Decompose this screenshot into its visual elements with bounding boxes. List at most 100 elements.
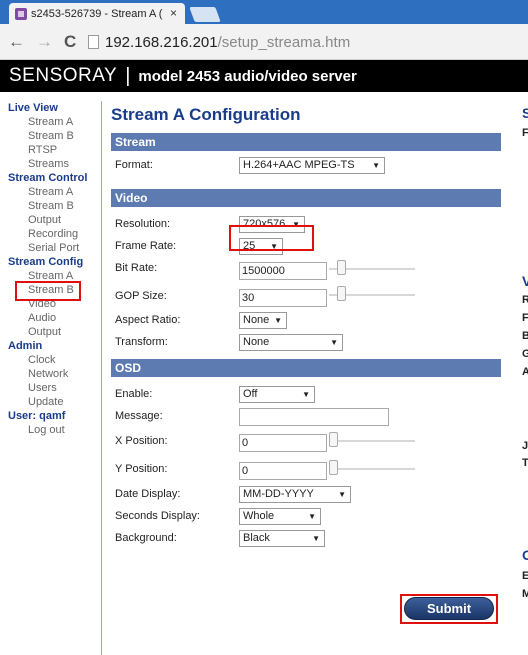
- x-position-label: X Position:: [115, 435, 168, 447]
- right-letter-7: A: [522, 366, 528, 378]
- header-banner: SENSORAY | model 2453 audio/video server: [0, 60, 528, 92]
- page-title: Stream A Configuration: [111, 105, 301, 124]
- right-letter-10: O: [522, 547, 528, 563]
- x-position-input[interactable]: 0: [239, 434, 327, 452]
- bit-rate-label: Bit Rate:: [115, 262, 158, 274]
- sidebar-head-admin[interactable]: Admin: [0, 339, 100, 353]
- right-letter-0: S: [522, 105, 528, 121]
- sidebar-head-stream-control[interactable]: Stream Control: [0, 171, 100, 185]
- banner-separator: |: [125, 64, 131, 87]
- section-osd-header: OSD: [111, 359, 501, 377]
- new-tab-button[interactable]: [189, 7, 221, 22]
- sidebar-item-clock[interactable]: Clock: [0, 353, 100, 367]
- url-host: 192.168.216.201: [105, 33, 218, 51]
- tab-close-icon[interactable]: ×: [170, 6, 177, 20]
- sidebar-item-control-stream-b[interactable]: Stream B: [0, 199, 100, 213]
- format-select[interactable]: H.264+AAC MPEG-TS: [239, 157, 385, 174]
- aspect-row: Aspect Ratio: None: [111, 309, 501, 331]
- y-position-row: Y Position: 0: [111, 455, 501, 483]
- highlight-box-submit: [400, 594, 498, 624]
- frame-rate-label: Frame Rate:: [115, 240, 177, 252]
- gop-input[interactable]: 30: [239, 289, 327, 307]
- sidebar-item-live-stream-a[interactable]: Stream A: [0, 115, 100, 129]
- brand-logo: SENSORAY: [9, 65, 118, 86]
- transform-select[interactable]: None: [239, 334, 343, 351]
- gop-slider-thumb[interactable]: [337, 286, 346, 301]
- right-letter-12: M: [522, 588, 528, 600]
- right-letter-1: F: [522, 127, 528, 139]
- enable-row: Enable: Off: [111, 383, 501, 405]
- date-display-label: Date Display:: [115, 488, 181, 500]
- back-arrow-icon[interactable]: ←: [8, 32, 25, 52]
- url-path: /setup_streama.htm: [217, 33, 351, 51]
- sidebar-item-live-stream-b[interactable]: Stream B: [0, 129, 100, 143]
- right-letter-9: T: [522, 457, 528, 469]
- sidebar-head-user: User: qamf: [8, 410, 66, 422]
- sidebar-head-stream-config[interactable]: Stream Config: [0, 255, 100, 269]
- x-position-slider-track[interactable]: [329, 440, 415, 442]
- enable-select[interactable]: Off: [239, 386, 315, 403]
- right-letter-11: E: [522, 570, 528, 582]
- right-letter-3: R: [522, 294, 528, 306]
- aspect-select[interactable]: None: [239, 312, 287, 329]
- sidebar-item-rtsp-streams[interactable]: RTSP Streams: [0, 143, 100, 171]
- aspect-label: Aspect Ratio:: [115, 314, 181, 326]
- section-stream-header: Stream: [111, 133, 501, 151]
- y-position-label: Y Position:: [115, 463, 168, 475]
- sidebar-item-config-output[interactable]: Output: [0, 325, 100, 339]
- background-row: Background: Black: [111, 527, 501, 549]
- bit-rate-input[interactable]: 1500000: [239, 262, 327, 280]
- sensoray-favicon-icon: [15, 7, 27, 20]
- main-content: Stream A Configuration Stream Format: H.…: [111, 101, 501, 549]
- tab-title: s2453-526739 - Stream A (: [31, 7, 163, 20]
- background-select[interactable]: Black: [239, 530, 325, 547]
- sidebar-item-users[interactable]: Users: [0, 381, 100, 395]
- date-display-select[interactable]: MM-DD-YYYY: [239, 486, 351, 503]
- sidebar-item-network[interactable]: Network: [0, 367, 100, 381]
- message-input[interactable]: [239, 408, 389, 426]
- format-row: Format: H.264+AAC MPEG-TS: [111, 151, 501, 181]
- bit-rate-slider-thumb[interactable]: [337, 260, 346, 275]
- message-row: Message:: [111, 405, 501, 427]
- enable-label: Enable:: [115, 388, 153, 400]
- page-icon: [88, 35, 99, 49]
- address-bar[interactable]: 192.168.216.201/setup_streama.htm: [88, 30, 528, 54]
- x-position-slider-thumb[interactable]: [329, 432, 338, 447]
- sidebar-item-serial-port[interactable]: Serial Port: [0, 241, 100, 255]
- sidebar-item-control-output[interactable]: Output: [0, 213, 100, 227]
- right-letter-5: B: [522, 330, 528, 342]
- sidebar-item-control-stream-a[interactable]: Stream A: [0, 185, 100, 199]
- browser-tab[interactable]: s2453-526739 - Stream A ( ×: [9, 3, 185, 24]
- sidebar-item-audio[interactable]: Audio: [0, 311, 100, 325]
- browser-toolbar: ← → C 192.168.216.201/setup_streama.htm: [0, 24, 528, 60]
- right-letter-2: V: [522, 273, 528, 289]
- y-position-input[interactable]: 0: [239, 462, 327, 480]
- gop-label: GOP Size:: [115, 290, 167, 302]
- message-label: Message:: [115, 410, 163, 422]
- seconds-display-row: Seconds Display: Whole: [111, 505, 501, 527]
- y-position-slider-track[interactable]: [329, 468, 415, 470]
- browser-tabstrip: s2453-526739 - Stream A ( ×: [0, 0, 528, 24]
- right-letter-6: G: [522, 348, 528, 360]
- sidebar-item-log-out[interactable]: Log out: [0, 423, 100, 437]
- gop-row: GOP Size: 30: [111, 283, 501, 309]
- date-display-row: Date Display: MM-DD-YYYY: [111, 483, 501, 505]
- background-label: Background:: [115, 532, 177, 544]
- sidebar-divider: [101, 101, 102, 655]
- sidebar-item-update[interactable]: Update: [0, 395, 100, 409]
- x-position-row: X Position: 0: [111, 427, 501, 455]
- seconds-display-label: Seconds Display:: [115, 510, 200, 522]
- seconds-display-select[interactable]: Whole: [239, 508, 321, 525]
- sidebar-head-live-view[interactable]: Live View: [0, 101, 100, 115]
- reload-icon[interactable]: C: [64, 32, 76, 52]
- sidebar: Live View Stream A Stream B RTSP Streams…: [0, 101, 100, 437]
- transform-row: Transform: None: [111, 331, 501, 359]
- bit-rate-row: Bit Rate: 1500000: [111, 257, 501, 283]
- forward-arrow-icon[interactable]: →: [36, 32, 53, 52]
- resolution-label: Resolution:: [115, 218, 171, 230]
- y-position-slider-thumb[interactable]: [329, 460, 338, 475]
- sidebar-item-recording[interactable]: Recording: [0, 227, 100, 241]
- banner-model: model 2453 audio/video server: [138, 67, 357, 85]
- highlight-box-resolution: [229, 225, 314, 251]
- transform-label: Transform:: [115, 336, 168, 348]
